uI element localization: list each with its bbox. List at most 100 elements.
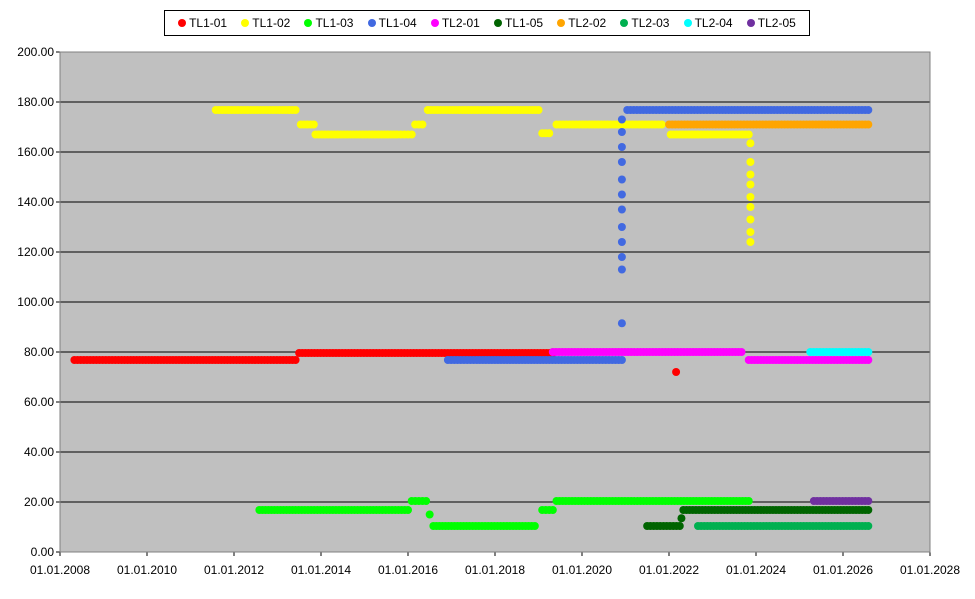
data-point (672, 368, 681, 376)
y-tick-label: 120.00 (17, 245, 54, 259)
data-point (744, 130, 753, 139)
legend-marker (430, 19, 439, 27)
data-point (617, 223, 626, 231)
legend-marker (620, 19, 629, 27)
x-tick-label: 01.01.2028 (900, 563, 960, 577)
data-point (617, 238, 626, 246)
data-point (309, 120, 318, 129)
legend-label: TL2-03 (631, 16, 670, 30)
legend-marker (494, 19, 503, 27)
legend-marker (178, 19, 187, 27)
legend-item: TL2-04 (683, 16, 733, 30)
legend-marker (304, 19, 313, 27)
data-point (617, 265, 626, 274)
data-point (617, 128, 626, 136)
legend-marker (557, 19, 566, 27)
legend-item: TL2-03 (620, 16, 669, 30)
legend-label: TL2-01 (441, 16, 480, 30)
data-point (617, 205, 626, 214)
data-point (864, 106, 873, 114)
data-point (746, 170, 755, 179)
legend-marker (683, 19, 692, 27)
y-tick-label: 0.00 (31, 545, 55, 559)
data-point (617, 319, 626, 328)
y-tick-label: 140.00 (17, 195, 54, 209)
data-point (617, 115, 626, 124)
data-point (291, 356, 300, 364)
x-tick-label: 01.01.2022 (639, 563, 699, 577)
data-point (677, 514, 686, 523)
data-point (617, 143, 626, 151)
legend-label: TL2-04 (694, 16, 733, 30)
data-point (864, 348, 873, 356)
data-point (617, 158, 626, 166)
data-point (744, 497, 753, 505)
legend-label: TL1-05 (505, 16, 544, 30)
data-point (617, 175, 626, 184)
y-axis: 0.00 20.00 40.00 60.00 80.00 100.00 120.00 140.… (17, 45, 60, 559)
legend-item: TL1-04 (367, 16, 417, 30)
data-point (425, 510, 434, 519)
x-tick-label: 01.01.2018 (465, 563, 525, 577)
series-TL2-04 (806, 348, 873, 356)
data-point (657, 120, 666, 129)
legend-marker (746, 19, 755, 27)
y-tick-label: 180.00 (17, 95, 54, 109)
legend-label: TL1-03 (315, 16, 354, 30)
y-tick-label: 20.00 (24, 495, 54, 509)
series-TL2-02 (665, 120, 873, 129)
data-point (746, 228, 755, 236)
data-point (418, 120, 427, 129)
x-tick-label: 01.01.2014 (291, 563, 351, 577)
data-point (617, 190, 626, 199)
x-tick-label: 01.01.2016 (378, 563, 438, 577)
legend-item: TL2-05 (746, 16, 796, 30)
y-tick-label: 80.00 (24, 345, 54, 359)
data-point (617, 253, 626, 261)
data-point (617, 356, 626, 364)
legend: TL1-01 TL1-02 TL1-03 TL1-04 TL2-01 TL1-05 TL2-… (164, 10, 810, 36)
data-point (746, 139, 755, 148)
legend-label: TL1-01 (189, 16, 228, 30)
y-tick-label: 160.00 (17, 145, 54, 159)
y-tick-label: 60.00 (24, 395, 54, 409)
legend-marker (241, 19, 250, 27)
data-point (530, 522, 539, 530)
legend-item: TL2-01 (430, 16, 480, 30)
data-point (407, 130, 416, 139)
data-point (864, 522, 873, 530)
legend-item: TL2-02 (557, 16, 606, 30)
data-point (864, 497, 873, 505)
legend-label: TL2-05 (757, 16, 796, 30)
legend-label: TL1-04 (378, 16, 417, 30)
x-tick-label: 01.01.2020 (552, 563, 612, 577)
data-point (422, 497, 431, 505)
y-tick-label: 200.00 (17, 45, 54, 59)
data-point (864, 506, 873, 514)
legend-label: TL2-02 (568, 16, 607, 30)
data-point (548, 506, 557, 514)
x-tick-label: 01.01.2012 (204, 563, 264, 577)
series-TL2-05 (809, 497, 873, 505)
data-point (404, 506, 412, 514)
data-point (864, 356, 873, 364)
x-tick-label: 01.01.2024 (726, 563, 786, 577)
data-point (746, 193, 755, 201)
data-point (545, 129, 554, 138)
x-tick-label: 01.01.2008 (30, 563, 90, 577)
x-tick-label: 01.01.2026 (813, 563, 873, 577)
data-point (746, 158, 755, 166)
legend-item: TL1-02 (241, 16, 290, 30)
data-point (864, 120, 873, 129)
data-point (291, 106, 300, 114)
legend-item: TL1-05 (494, 16, 543, 30)
data-point (746, 238, 755, 246)
data-point (534, 106, 543, 114)
legend-marker (367, 19, 376, 27)
data-point (746, 180, 755, 189)
data-point (737, 348, 746, 356)
data-point (746, 203, 755, 211)
legend-item: TL1-03 (304, 16, 353, 30)
data-point (675, 522, 684, 530)
y-tick-label: 40.00 (24, 445, 54, 459)
